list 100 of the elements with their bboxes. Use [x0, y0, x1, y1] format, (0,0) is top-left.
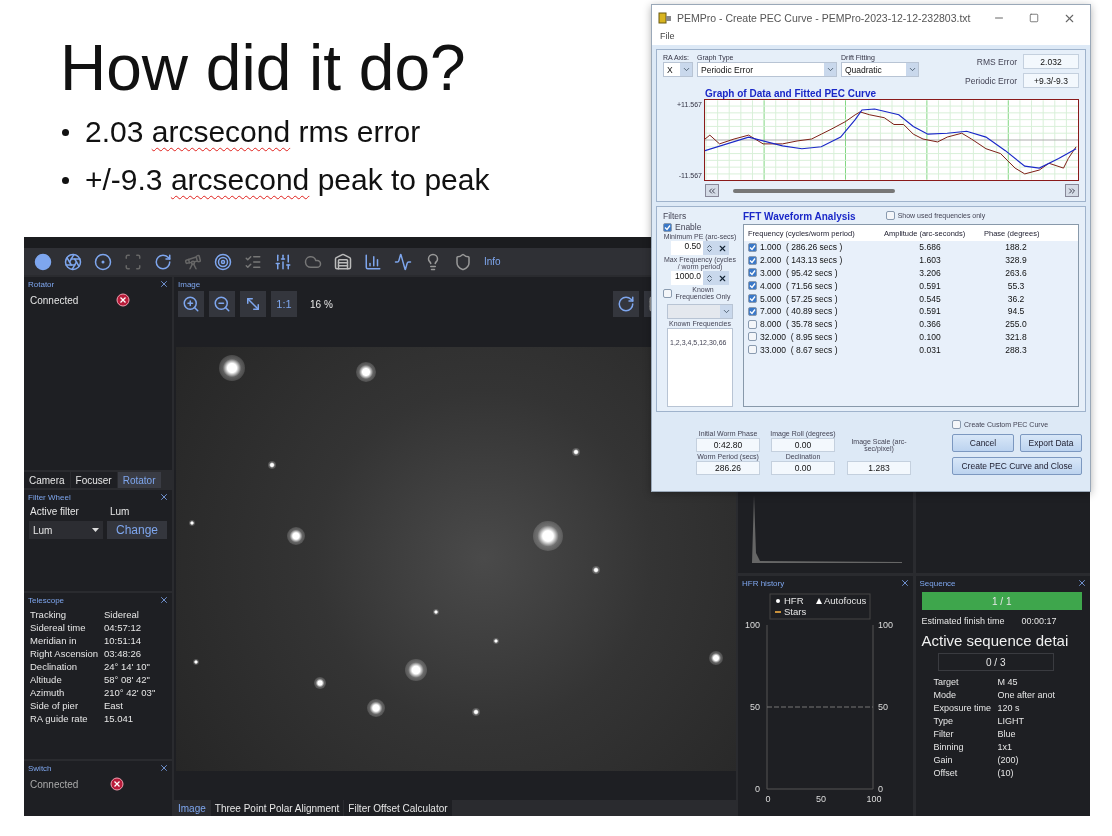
- menu-item[interactable]: File: [660, 31, 675, 45]
- custom-pec-checkbox[interactable]: [952, 420, 961, 429]
- close-icon[interactable]: [159, 492, 169, 502]
- graph-type-dropdown[interactable]: Periodic Error: [697, 62, 837, 77]
- field-label: Exposure time: [933, 703, 993, 713]
- rms-error-value: 2.032: [1023, 54, 1079, 69]
- field-label: Sidereal time: [30, 622, 87, 633]
- field-label: Mode: [933, 690, 957, 700]
- close-icon[interactable]: [159, 763, 169, 773]
- enable-checkbox[interactable]: [663, 222, 672, 232]
- filter-dropdown[interactable]: Lum: [29, 521, 103, 539]
- spin-icon[interactable]: [704, 273, 714, 283]
- aperture-icon[interactable]: [64, 252, 82, 271]
- change-button[interactable]: Change: [107, 521, 167, 539]
- table-cell: 2.000 ( 143.13 secs ): [760, 255, 843, 266]
- table-cell-text: 255.0: [1004, 319, 1028, 330]
- drift-fitting-dropdown[interactable]: Quadratic: [841, 62, 919, 77]
- filled-circle-icon[interactable]: [34, 252, 52, 271]
- row-checkbox[interactable]: [748, 268, 757, 278]
- table-cell-text: 1.603: [918, 255, 942, 266]
- field-label: Meridian in: [30, 635, 78, 646]
- max-frequency-field[interactable]: 1000.0: [671, 271, 703, 285]
- known-only-checkbox[interactable]: [663, 288, 672, 298]
- row-checkbox[interactable]: [748, 345, 757, 355]
- image-roll-field[interactable]: 0.00: [771, 438, 835, 452]
- line-chart-icon[interactable]: [394, 252, 412, 271]
- rotate-icon[interactable]: [154, 252, 172, 271]
- dotted-circle-icon[interactable]: [94, 252, 112, 271]
- row-checkbox[interactable]: [748, 332, 757, 342]
- axis-label: 0: [878, 784, 883, 794]
- bar-chart-icon[interactable]: [364, 252, 382, 271]
- clear-icon[interactable]: [717, 273, 727, 283]
- field-label: Active filter: [30, 506, 80, 517]
- device-tab[interactable]: Rotator: [117, 472, 161, 488]
- field-label: Azimuth: [30, 687, 66, 698]
- target-icon[interactable]: [214, 252, 232, 271]
- export-button[interactable]: Export Data: [1020, 434, 1082, 452]
- frame-icon[interactable]: [124, 252, 142, 271]
- table-cell-text: 0.591: [918, 280, 942, 291]
- row-checkbox[interactable]: [748, 242, 757, 252]
- field-label: Binning: [933, 742, 965, 752]
- image-scale-field[interactable]: 1.283: [847, 461, 911, 475]
- field-value: LIGHT: [997, 716, 1025, 726]
- declination-field[interactable]: 0.00: [771, 461, 835, 475]
- spin-icon[interactable]: [704, 243, 714, 253]
- rotate-button[interactable]: [613, 291, 639, 317]
- info-tab[interactable]: Info: [484, 256, 501, 267]
- image-tab[interactable]: Three Point Polar Alignment: [210, 800, 344, 816]
- fit-button[interactable]: [240, 291, 266, 317]
- ra-axis-dropdown[interactable]: X: [663, 62, 693, 77]
- row-checkbox[interactable]: [748, 281, 757, 291]
- legend-item: Autofocus: [816, 595, 867, 606]
- slide-title: How did it do?: [60, 31, 466, 106]
- field-label: Target: [933, 677, 960, 687]
- check-icon: [664, 223, 671, 231]
- device-tab[interactable]: Focuser: [70, 472, 117, 488]
- field-value: 10:51:14: [104, 635, 142, 646]
- cancel-button[interactable]: Cancel: [952, 434, 1014, 452]
- device-tab[interactable]: Camera: [24, 472, 70, 488]
- close-icon[interactable]: [1077, 578, 1087, 588]
- field-value: 58° 08' 42": [104, 674, 151, 685]
- row-checkbox[interactable]: [748, 255, 757, 265]
- table-cell: 4.000 ( 71.56 secs ): [760, 280, 838, 291]
- close-icon[interactable]: [899, 578, 910, 588]
- show-used-checkbox[interactable]: [885, 211, 895, 220]
- actual-size-button[interactable]: 1:1: [271, 291, 297, 317]
- table-cell-text: 0.545: [918, 293, 942, 304]
- zoom-in-button[interactable]: [178, 291, 204, 317]
- shield-icon[interactable]: [454, 252, 472, 271]
- telescope-icon[interactable]: [184, 252, 202, 271]
- min-pe-field[interactable]: 0.50: [671, 241, 703, 255]
- worm-period-field[interactable]: 286.26: [696, 461, 760, 475]
- scroll-right-button[interactable]: [1065, 184, 1079, 197]
- close-icon[interactable]: [159, 279, 169, 289]
- close-icon[interactable]: [159, 595, 169, 605]
- row-checkbox[interactable]: [748, 306, 757, 316]
- image-tab[interactable]: Filter Offset Calculator: [344, 800, 452, 816]
- row-checkbox[interactable]: [748, 319, 757, 329]
- table-cell-text: 3.206: [918, 268, 942, 278]
- sliders-icon[interactable]: [274, 252, 292, 271]
- clear-icon[interactable]: [717, 243, 727, 253]
- building-icon[interactable]: [334, 252, 352, 271]
- panel-title: Telescope: [28, 595, 65, 605]
- zoom-out-button[interactable]: [209, 291, 235, 317]
- axis-label: 100: [878, 620, 894, 630]
- maximize-icon[interactable]: [1029, 13, 1039, 23]
- axis-label: 50: [816, 794, 826, 804]
- field-label: Tracking: [30, 609, 68, 620]
- zoom-in-icon: [182, 295, 200, 313]
- create-curve-button[interactable]: Create PEC Curve and Close: [952, 457, 1082, 475]
- table-cell-text: 55.3: [1006, 280, 1026, 291]
- table-cell-text: 0.591: [918, 306, 942, 317]
- table-cell-text: 36.2: [1006, 293, 1026, 304]
- field-value: 210° 42' 03": [104, 687, 157, 698]
- scrollbar-thumb[interactable]: [733, 188, 895, 193]
- scroll-left-button[interactable]: [705, 184, 719, 197]
- field-value: Blue: [997, 729, 1017, 739]
- item-progress-bar: 0 / 3: [937, 653, 1054, 671]
- row-checkbox[interactable]: [748, 294, 757, 304]
- worm-phase-field[interactable]: 0:42.80: [696, 438, 760, 452]
